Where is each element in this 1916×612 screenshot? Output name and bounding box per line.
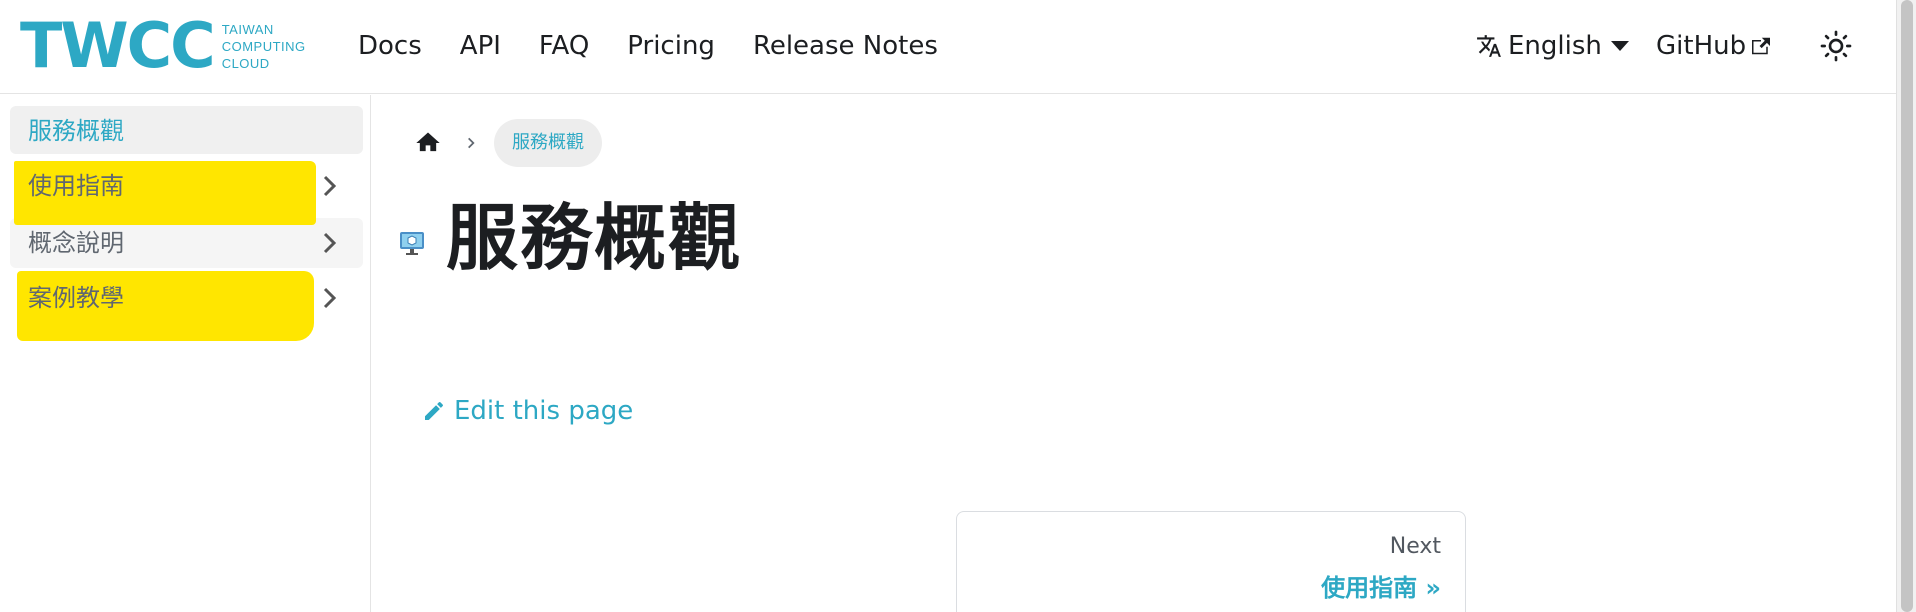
- nav-link-release-notes[interactable]: Release Notes: [753, 28, 938, 64]
- github-link[interactable]: GitHub: [1656, 28, 1771, 64]
- pagination-label: 使用指南 »: [1321, 574, 1441, 602]
- pencil-icon: [425, 401, 444, 420]
- language-dropdown[interactable]: English: [1476, 28, 1636, 64]
- logo-line-1: TAIWAN: [221, 21, 274, 37]
- translate-icon: [1477, 35, 1501, 57]
- sidebar-item-overview[interactable]: 服務概觀: [10, 106, 363, 154]
- nav-link-faq[interactable]: FAQ: [539, 28, 589, 64]
- nav-links: Docs API FAQ Pricing Release Notes: [358, 28, 976, 64]
- monitor-cube-icon: [400, 232, 424, 255]
- sidebar-item-concepts[interactable]: 概念說明: [10, 218, 363, 268]
- logo-line-3: CLOUD: [221, 55, 270, 71]
- sidebar-item-label: 服務概觀: [28, 117, 124, 145]
- chevron-right-icon[interactable]: [317, 231, 341, 255]
- logo-mark: TWCC: [20, 9, 216, 82]
- nav-link-pricing[interactable]: Pricing: [627, 28, 715, 64]
- breadcrumb-current: 服務概觀: [494, 119, 602, 167]
- github-label: GitHub: [1656, 31, 1747, 61]
- twcc-logo[interactable]: TWCC TAIWAN COMPUTING CLOUD: [20, 9, 306, 82]
- home-icon[interactable]: [414, 129, 442, 157]
- sidebar-item-label: 案例教學: [28, 284, 124, 312]
- breadcrumb: 服務概觀: [414, 119, 602, 167]
- language-label: English: [1508, 31, 1602, 61]
- scrollbar-thumb[interactable]: [1901, 0, 1913, 612]
- title-row: 服務概觀: [398, 190, 742, 286]
- nav-link-docs[interactable]: Docs: [358, 28, 422, 64]
- pagination-sublabel: Next: [1389, 534, 1441, 559]
- page-title: 服務概觀: [446, 196, 743, 280]
- top-navbar: TWCC TAIWAN COMPUTING CLOUD Docs API FAQ…: [0, 0, 1896, 94]
- nav-link-api[interactable]: API: [460, 28, 501, 64]
- chevron-right-icon[interactable]: [317, 174, 341, 198]
- page-scrollbar[interactable]: [1896, 0, 1916, 612]
- edit-this-page-link[interactable]: Edit this page: [422, 396, 633, 426]
- sidebar-item-label: 概念說明: [28, 229, 124, 257]
- pagination-next[interactable]: Next 使用指南 »: [956, 511, 1466, 612]
- sun-icon[interactable]: [1820, 30, 1852, 62]
- edit-label: Edit this page: [454, 396, 634, 426]
- main-content: 服務概觀 服務概觀 Edit this page Next 使用指南 »: [372, 95, 1896, 612]
- external-link-icon: [1752, 37, 1771, 55]
- logo-subtitle: TAIWAN COMPUTING CLOUD: [222, 21, 306, 72]
- nav-right: English GitHub: [1476, 28, 1896, 68]
- chevron-right-icon[interactable]: [317, 286, 341, 310]
- chevron-right-icon: [468, 137, 475, 149]
- sidebar-item-label: 使用指南: [28, 172, 124, 200]
- logo-line-2: COMPUTING: [221, 38, 306, 54]
- caret-down-icon: [1610, 41, 1629, 51]
